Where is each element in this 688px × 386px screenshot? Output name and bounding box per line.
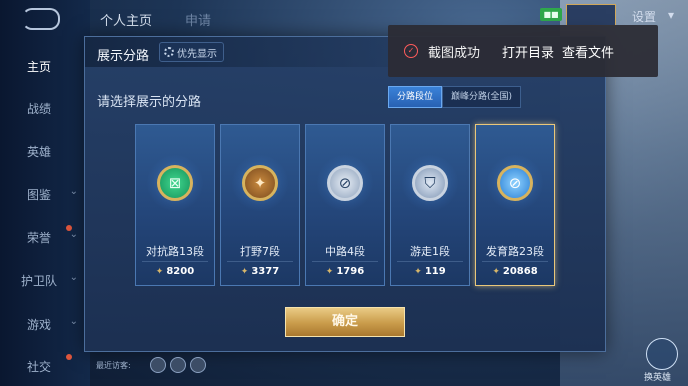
avatar[interactable] xyxy=(190,357,206,373)
priority-display-label: 优先显示 xyxy=(177,48,217,60)
lane-score: ✦ 119 xyxy=(391,266,469,277)
lane-score-value: 119 xyxy=(424,266,446,277)
check-circle-icon: ✓ xyxy=(404,44,418,58)
chevron-down-icon: ⌄ xyxy=(69,316,78,327)
tab-personal-home[interactable]: 个人主页 xyxy=(100,10,152,29)
sidebar: 主页 战绩 英雄 图鉴 ⌄ 荣誉 ⌄ 护卫队 ⌄ 游戏 ⌄ 社交 xyxy=(0,0,78,386)
change-hero-label: 换英雄 xyxy=(644,373,672,383)
priority-display-button[interactable]: 优先显示 xyxy=(159,42,224,62)
chevron-down-icon: ⌄ xyxy=(69,186,78,197)
settings-button[interactable]: 设置 xyxy=(632,8,656,25)
rank-star-icon: ✦ xyxy=(414,267,422,277)
sidebar-item-games[interactable]: 游戏 ⌄ xyxy=(0,316,78,333)
chevron-down-icon: ⌄ xyxy=(69,272,78,283)
sidebar-item-codex[interactable]: 图鉴 ⌄ xyxy=(0,186,78,203)
notification-dot xyxy=(66,354,72,360)
lane-display-panel: 展示分路 优先显示 请选择展示的分路 分路段位 巅峰分路(全国) ⊠ 对抗路13… xyxy=(84,36,606,352)
change-hero-icon[interactable] xyxy=(646,338,678,370)
lane-tabs: 分路段位 巅峰分路(全国) xyxy=(388,86,522,108)
lane-score-value: 8200 xyxy=(166,266,195,277)
select-lane-prompt: 请选择展示的分路 xyxy=(97,95,202,110)
rank-star-icon: ✦ xyxy=(325,267,334,277)
tab-lane-rank[interactable]: 分路段位 xyxy=(388,86,443,108)
roam-emblem-icon: ⛉ xyxy=(412,165,448,201)
lane-score-value: 1796 xyxy=(336,266,365,277)
lane-card-label: 打野7段 xyxy=(240,245,280,258)
confirm-button[interactable]: 确定 xyxy=(285,307,405,337)
chevron-down-icon[interactable]: ▾ xyxy=(668,8,674,22)
divider xyxy=(482,261,548,262)
lane-card-farm[interactable]: ⊘ 发育路23段 ✦ 20868 xyxy=(475,124,555,286)
lane-score: ✦ 1796 xyxy=(306,266,384,277)
rank-badge-icon xyxy=(566,4,616,26)
lane-score: ✦ 20868 xyxy=(476,266,554,277)
sidebar-item-record[interactable]: 战绩 xyxy=(0,100,78,117)
lane-card-label: 中路4段 xyxy=(325,245,365,258)
sidebar-item-home[interactable]: 主页 xyxy=(0,58,78,75)
tab-peak-lane[interactable]: 巅峰分路(全国) xyxy=(442,86,522,108)
divider xyxy=(312,261,378,262)
lane-score-value: 20868 xyxy=(502,266,538,277)
top-lane-emblem-icon: ⊠ xyxy=(157,165,193,201)
lane-score: ✦ 3377 xyxy=(221,266,299,277)
divider xyxy=(227,261,293,262)
lane-score-value: 3377 xyxy=(251,266,280,277)
sidebar-item-heroes[interactable]: 英雄 xyxy=(0,143,78,160)
farm-lane-emblem-icon: ⊘ xyxy=(497,165,533,201)
mid-lane-emblem-icon: ⊘ xyxy=(327,165,363,201)
back-icon[interactable] xyxy=(22,8,60,30)
recent-visitors-label: 最近访客: xyxy=(96,361,131,370)
gear-icon xyxy=(164,47,174,57)
lane-score: ✦ 8200 xyxy=(136,266,214,277)
open-directory-link[interactable]: 打开目录 xyxy=(502,42,554,61)
toast-message: 截图成功 xyxy=(428,45,481,61)
rank-star-icon: ✦ xyxy=(492,267,500,277)
rank-star-icon: ✦ xyxy=(240,267,249,277)
sidebar-item-guard-team[interactable]: 护卫队 ⌄ xyxy=(0,272,78,289)
lane-card-mid[interactable]: ⊘ 中路4段 ✦ 1796 xyxy=(305,124,385,286)
tab-apply[interactable]: 申请 xyxy=(185,10,211,29)
view-file-link[interactable]: 查看文件 xyxy=(562,42,614,61)
flag-icon: ■■ xyxy=(540,8,562,21)
lane-card-label: 发育路23段 xyxy=(486,245,544,258)
divider xyxy=(397,261,463,262)
rank-star-icon: ✦ xyxy=(155,267,164,277)
lane-card-label: 游走1段 xyxy=(410,245,450,258)
divider xyxy=(142,261,208,262)
panel-title: 展示分路 xyxy=(97,49,150,64)
sidebar-item-honor[interactable]: 荣誉 ⌄ xyxy=(0,225,78,246)
lane-card-jungle[interactable]: ✦ 打野7段 ✦ 3377 xyxy=(220,124,300,286)
jungle-emblem-icon: ✦ xyxy=(242,165,278,201)
avatar[interactable] xyxy=(170,357,186,373)
lane-card-label: 对抗路13段 xyxy=(146,245,204,258)
lane-card-roam[interactable]: ⛉ 游走1段 ✦ 119 xyxy=(390,124,470,286)
screenshot-toast: ✓ 截图成功 打开目录 查看文件 xyxy=(388,25,658,77)
sidebar-item-social[interactable]: 社交 xyxy=(0,354,78,375)
avatar[interactable] xyxy=(150,357,166,373)
lane-card-top[interactable]: ⊠ 对抗路13段 ✦ 8200 xyxy=(135,124,215,286)
chevron-down-icon: ⌄ xyxy=(69,229,78,240)
